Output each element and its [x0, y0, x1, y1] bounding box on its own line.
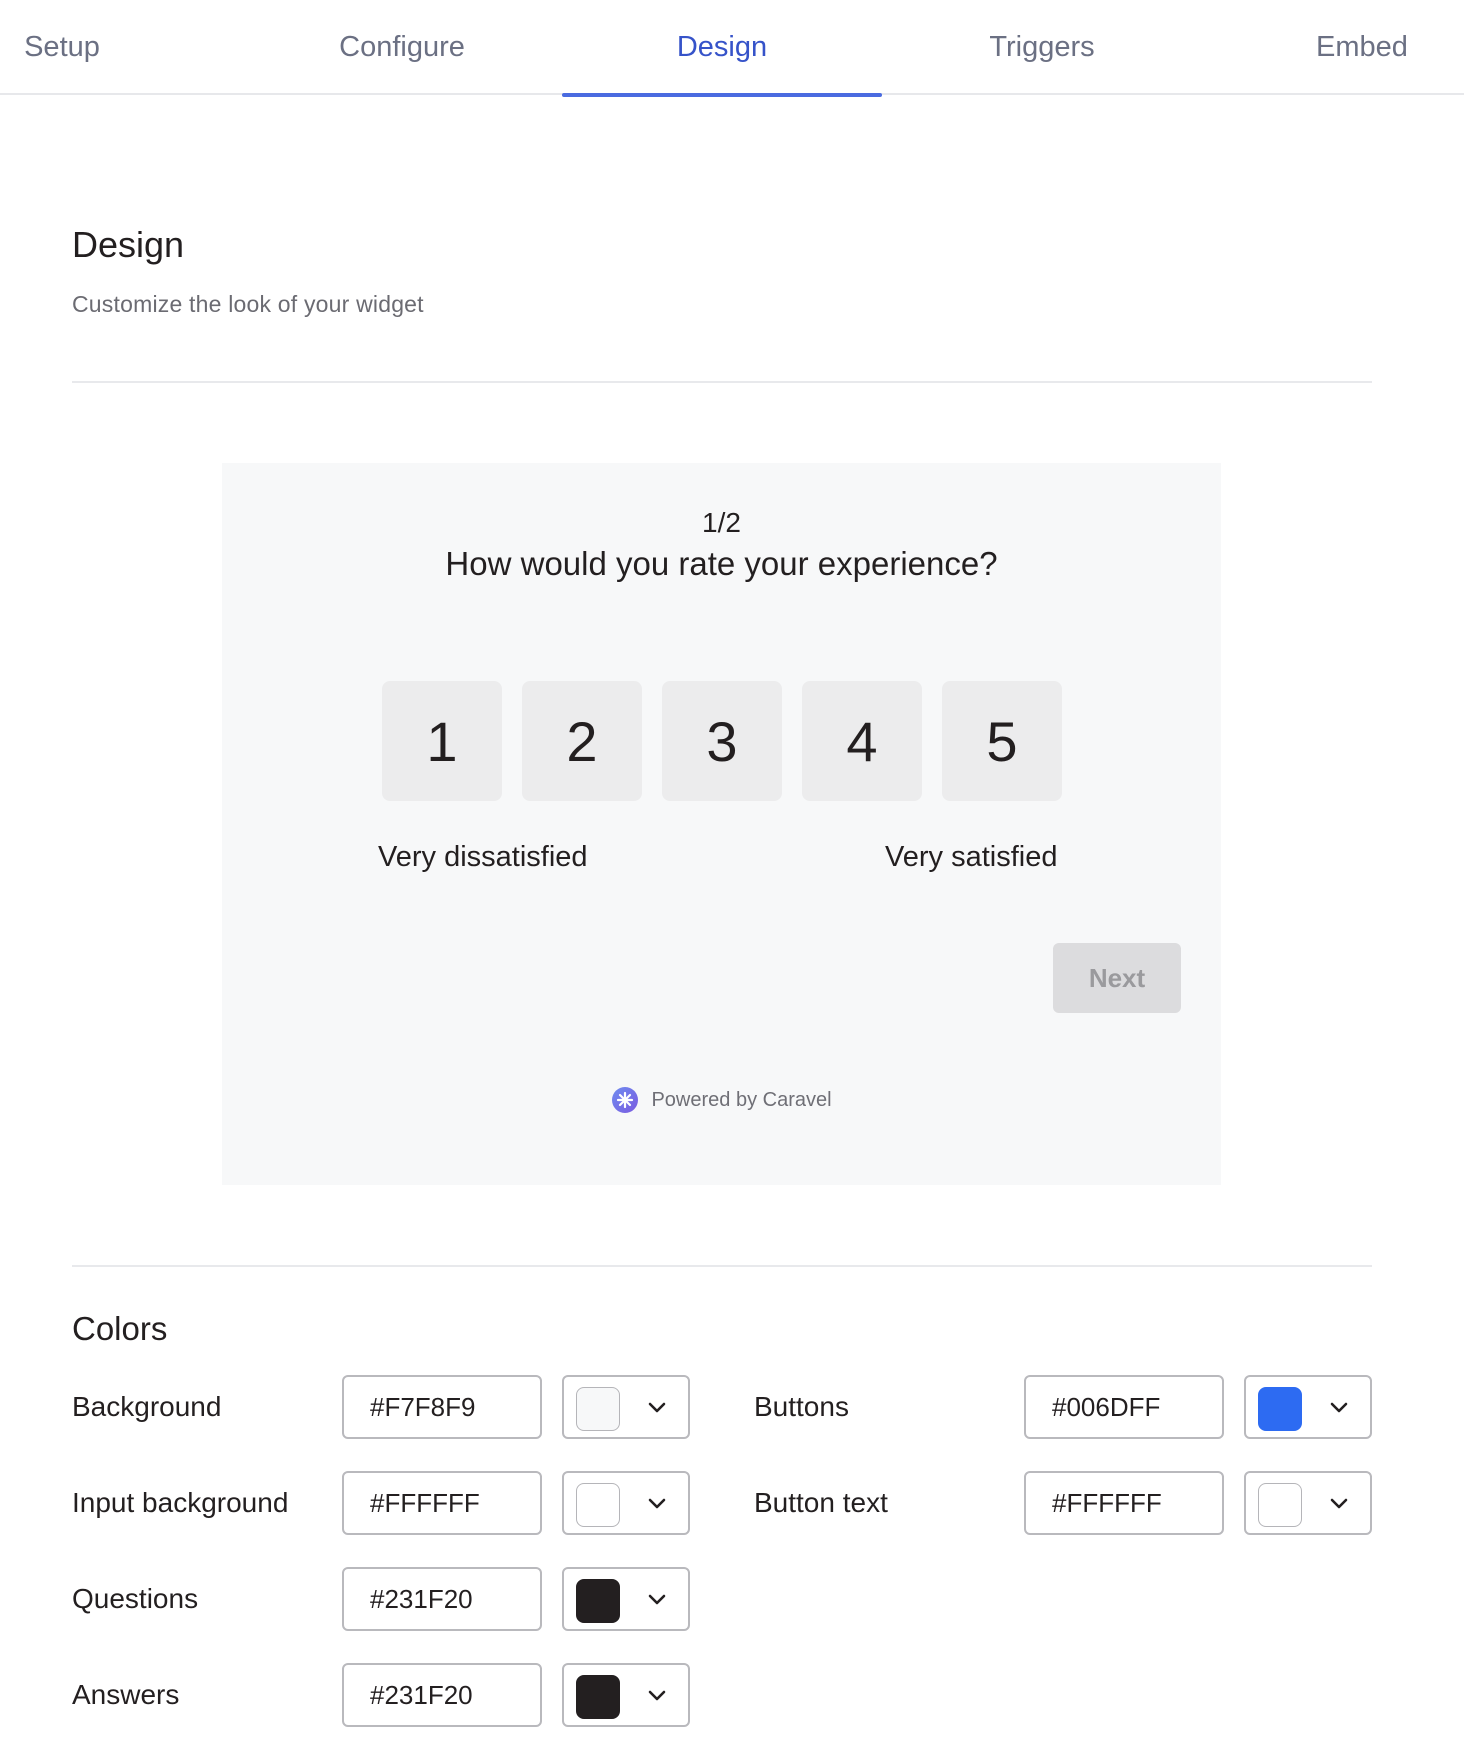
- tab-setup[interactable]: Setup: [0, 0, 222, 95]
- scale-high-label: Very satisfied: [885, 841, 1058, 873]
- rating-option-1[interactable]: 1: [382, 681, 502, 801]
- color-picker-button-text[interactable]: [1244, 1471, 1372, 1535]
- color-picker-background[interactable]: [562, 1375, 690, 1439]
- chevron-down-icon: [1330, 1402, 1348, 1413]
- tab-triggers[interactable]: Triggers: [882, 0, 1202, 95]
- section-divider: [72, 381, 1372, 383]
- hex-input-input-background[interactable]: #FFFFFF: [342, 1471, 542, 1535]
- widget-preview: 1/2 How would you rate your experience? …: [222, 463, 1221, 1185]
- tab-design[interactable]: Design: [562, 0, 882, 97]
- chevron-down-icon: [648, 1594, 666, 1605]
- color-label: Buttons: [754, 1391, 849, 1422]
- chevron-down-icon: [648, 1690, 666, 1701]
- color-setting-questions: Questions #231F20: [72, 1567, 692, 1631]
- color-picker-questions[interactable]: [562, 1567, 690, 1631]
- next-button[interactable]: Next: [1053, 943, 1181, 1013]
- colors-section-title: Colors: [72, 1310, 168, 1347]
- tab-configure[interactable]: Configure: [242, 0, 562, 95]
- color-setting-answers: Answers #231F20: [72, 1663, 692, 1727]
- powered-by-text: Powered by Caravel: [651, 1088, 832, 1111]
- color-swatch: [1258, 1483, 1302, 1527]
- color-label: Answers: [72, 1679, 180, 1710]
- hex-input-button-text[interactable]: #FFFFFF: [1024, 1471, 1224, 1535]
- color-label: Background: [72, 1391, 222, 1422]
- chevron-down-icon: [648, 1498, 666, 1509]
- rating-option-3[interactable]: 3: [662, 681, 782, 801]
- hex-input-questions[interactable]: #231F20: [342, 1567, 542, 1631]
- color-picker-answers[interactable]: [562, 1663, 690, 1727]
- color-setting-input-background: Input background #FFFFFF: [72, 1471, 692, 1535]
- section-divider: [72, 1265, 1372, 1267]
- tab-embed[interactable]: Embed: [1202, 0, 1464, 95]
- caravel-logo-icon: [612, 1087, 639, 1113]
- color-picker-buttons[interactable]: [1244, 1375, 1372, 1439]
- chevron-down-icon: [1330, 1498, 1348, 1509]
- rating-scale: 1 2 3 4 5: [382, 681, 1062, 801]
- color-label: Input background: [72, 1487, 289, 1518]
- hex-input-buttons[interactable]: #006DFF: [1024, 1375, 1224, 1439]
- question-text: How would you rate your experience?: [445, 545, 998, 582]
- hex-input-background[interactable]: #F7F8F9: [342, 1375, 542, 1439]
- question-progress: 1/2: [702, 507, 741, 538]
- color-setting-buttons: Buttons #006DFF: [754, 1375, 1374, 1439]
- color-swatch: [576, 1483, 620, 1527]
- tab-bar: Setup Configure Design Triggers Embed: [0, 0, 1464, 97]
- scale-low-label: Very dissatisfied: [378, 841, 588, 873]
- color-setting-button-text: Button text #FFFFFF: [754, 1471, 1374, 1535]
- color-label: Questions: [72, 1583, 199, 1614]
- rating-option-2[interactable]: 2: [522, 681, 642, 801]
- hex-input-answers[interactable]: #231F20: [342, 1663, 542, 1727]
- chevron-down-icon: [648, 1402, 666, 1413]
- page-title: Design: [72, 224, 185, 265]
- color-swatch: [576, 1387, 620, 1431]
- color-swatch: [576, 1675, 620, 1719]
- powered-by: Powered by Caravel: [222, 1086, 1221, 1114]
- color-swatch: [1258, 1387, 1302, 1431]
- rating-option-5[interactable]: 5: [942, 681, 1062, 801]
- color-label: Button text: [754, 1487, 888, 1518]
- color-picker-input-background[interactable]: [562, 1471, 690, 1535]
- page-subtitle: Customize the look of your widget: [72, 291, 424, 317]
- color-swatch: [576, 1579, 620, 1623]
- color-setting-background: Background #F7F8F9: [72, 1375, 692, 1439]
- rating-option-4[interactable]: 4: [802, 681, 922, 801]
